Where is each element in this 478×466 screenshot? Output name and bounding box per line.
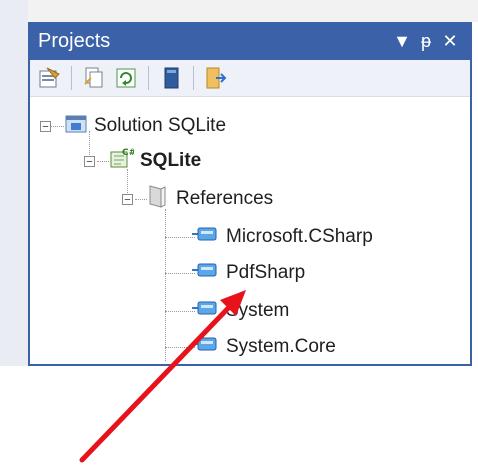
open-folder-icon[interactable] [203, 65, 229, 91]
tree-connector [50, 126, 64, 127]
tree-item-reference[interactable]: System [192, 294, 289, 328]
refresh-icon[interactable] [113, 65, 139, 91]
reference-icon [192, 260, 220, 286]
collapse-solution-toggle[interactable]: − [40, 121, 51, 133]
screenshot-area: Projects ▼ ᵽ ✕ − − − Solution SQLite C S… [0, 0, 478, 366]
dropdown-icon[interactable]: ▼ [390, 31, 414, 52]
svg-text:C#: C# [122, 148, 134, 158]
properties-icon[interactable] [36, 65, 62, 91]
tree-item-solution[interactable]: Solution SQLite [64, 109, 226, 143]
show-all-files-icon[interactable] [81, 65, 107, 91]
solution-label: Solution SQLite [94, 115, 227, 136]
ide-left-strip [0, 0, 29, 366]
tree-item-reference[interactable]: PdfSharp [192, 256, 305, 290]
references-label: References [176, 188, 274, 209]
tree-connector [165, 273, 195, 274]
panel-toolbar [30, 60, 470, 97]
top-toolbar-strip [28, 0, 478, 22]
csharp-project-icon: C# [108, 146, 136, 176]
collapse-project-toggle[interactable]: − [84, 156, 95, 168]
pin-icon[interactable]: ᵽ [414, 31, 438, 52]
reference-label: System.Core [226, 336, 336, 357]
projects-panel: Projects ▼ ᵽ ✕ − − − Solution SQLite C S… [28, 22, 472, 366]
references-folder-icon [146, 183, 170, 215]
toolbar-separator [148, 66, 149, 90]
tree-connector [165, 347, 195, 348]
tree-item-reference[interactable]: System.Core [192, 330, 336, 364]
reference-icon [192, 298, 220, 324]
reference-icon [192, 334, 220, 360]
collapse-references-toggle[interactable]: − [122, 194, 133, 206]
toolbar-separator [71, 66, 72, 90]
reference-label: Microsoft.CSharp [226, 226, 373, 247]
tree-connector [165, 311, 195, 312]
reference-label: System [226, 300, 290, 321]
tree-item-reference[interactable]: Microsoft.CSharp [192, 220, 373, 254]
panel-title: Projects [38, 29, 111, 52]
project-tree: − − − Solution SQLite C# SQLite [30, 97, 470, 365]
tree-connector [165, 237, 195, 238]
tree-item-references[interactable]: References [146, 182, 273, 216]
tree-connector [165, 209, 166, 361]
solution-icon [64, 111, 88, 141]
toolbar-separator [193, 66, 194, 90]
project-label: SQLite [140, 150, 202, 171]
tree-item-project[interactable]: C# SQLite [108, 144, 201, 178]
close-icon[interactable]: ✕ [438, 31, 462, 52]
view-code-icon[interactable] [158, 65, 184, 91]
panel-header: Projects ▼ ᵽ ✕ [30, 22, 470, 60]
reference-label: PdfSharp [226, 262, 306, 283]
reference-icon [192, 224, 220, 250]
